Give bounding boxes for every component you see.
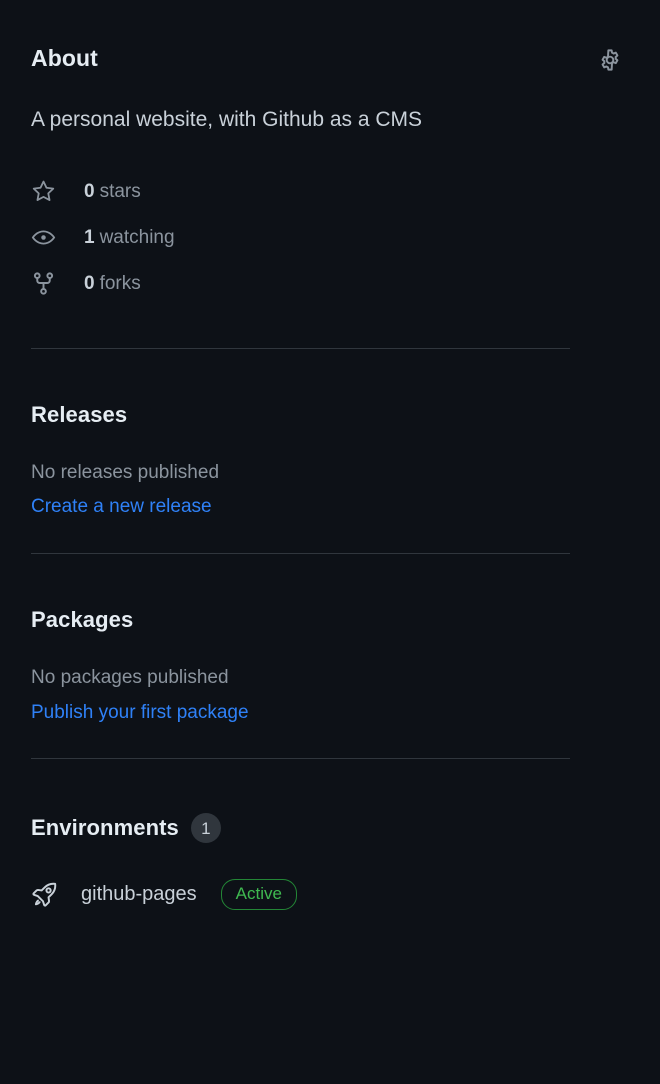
- star-icon: [31, 179, 59, 204]
- environment-status-badge: Active: [220, 879, 297, 910]
- watching-stat[interactable]: 1 watching: [31, 215, 629, 261]
- repository-about-sidebar: About A personal website, with Github as…: [0, 0, 660, 1084]
- environments-section: Environments 1 github-pages Active: [31, 759, 629, 910]
- stars-stat[interactable]: 0 stars: [31, 169, 629, 215]
- watching-count: 1: [84, 226, 95, 248]
- eye-icon: [31, 225, 59, 250]
- packages-empty-text: No packages published: [31, 666, 229, 688]
- packages-section: Packages No packages published Publish y…: [31, 554, 629, 725]
- rocket-icon: [31, 881, 61, 908]
- releases-section: Releases No releases published Create a …: [31, 349, 629, 520]
- releases-empty-text: No releases published: [31, 461, 220, 483]
- forks-label: 0 forks: [84, 273, 141, 295]
- about-title: About: [31, 45, 98, 71]
- about-description: A personal website, with Github as a CMS: [31, 107, 423, 131]
- forks-count: 0: [84, 272, 95, 294]
- environments-header: Environments 1: [31, 813, 629, 844]
- about-header: About: [31, 0, 629, 74]
- releases-title: Releases: [31, 401, 128, 427]
- watching-word: watching: [99, 226, 175, 248]
- watching-label: 1 watching: [84, 227, 175, 249]
- environment-item[interactable]: github-pages Active: [31, 879, 629, 910]
- packages-title: Packages: [31, 606, 134, 632]
- stars-word: stars: [99, 180, 141, 202]
- environments-count-badge: 1: [190, 813, 221, 844]
- create-new-release-link[interactable]: Create a new release: [31, 494, 212, 520]
- environment-name: github-pages: [81, 883, 197, 906]
- publish-first-package-link[interactable]: Publish your first package: [31, 700, 249, 726]
- forks-stat[interactable]: 0 forks: [31, 261, 629, 307]
- gear-icon[interactable]: [597, 47, 623, 73]
- stars-label: 0 stars: [84, 181, 141, 203]
- environments-title: Environments: [31, 815, 179, 841]
- forks-word: forks: [99, 272, 141, 294]
- stars-count: 0: [84, 180, 95, 202]
- fork-icon: [31, 271, 59, 296]
- about-stats: 0 stars 1 watching 0 forks: [31, 169, 629, 307]
